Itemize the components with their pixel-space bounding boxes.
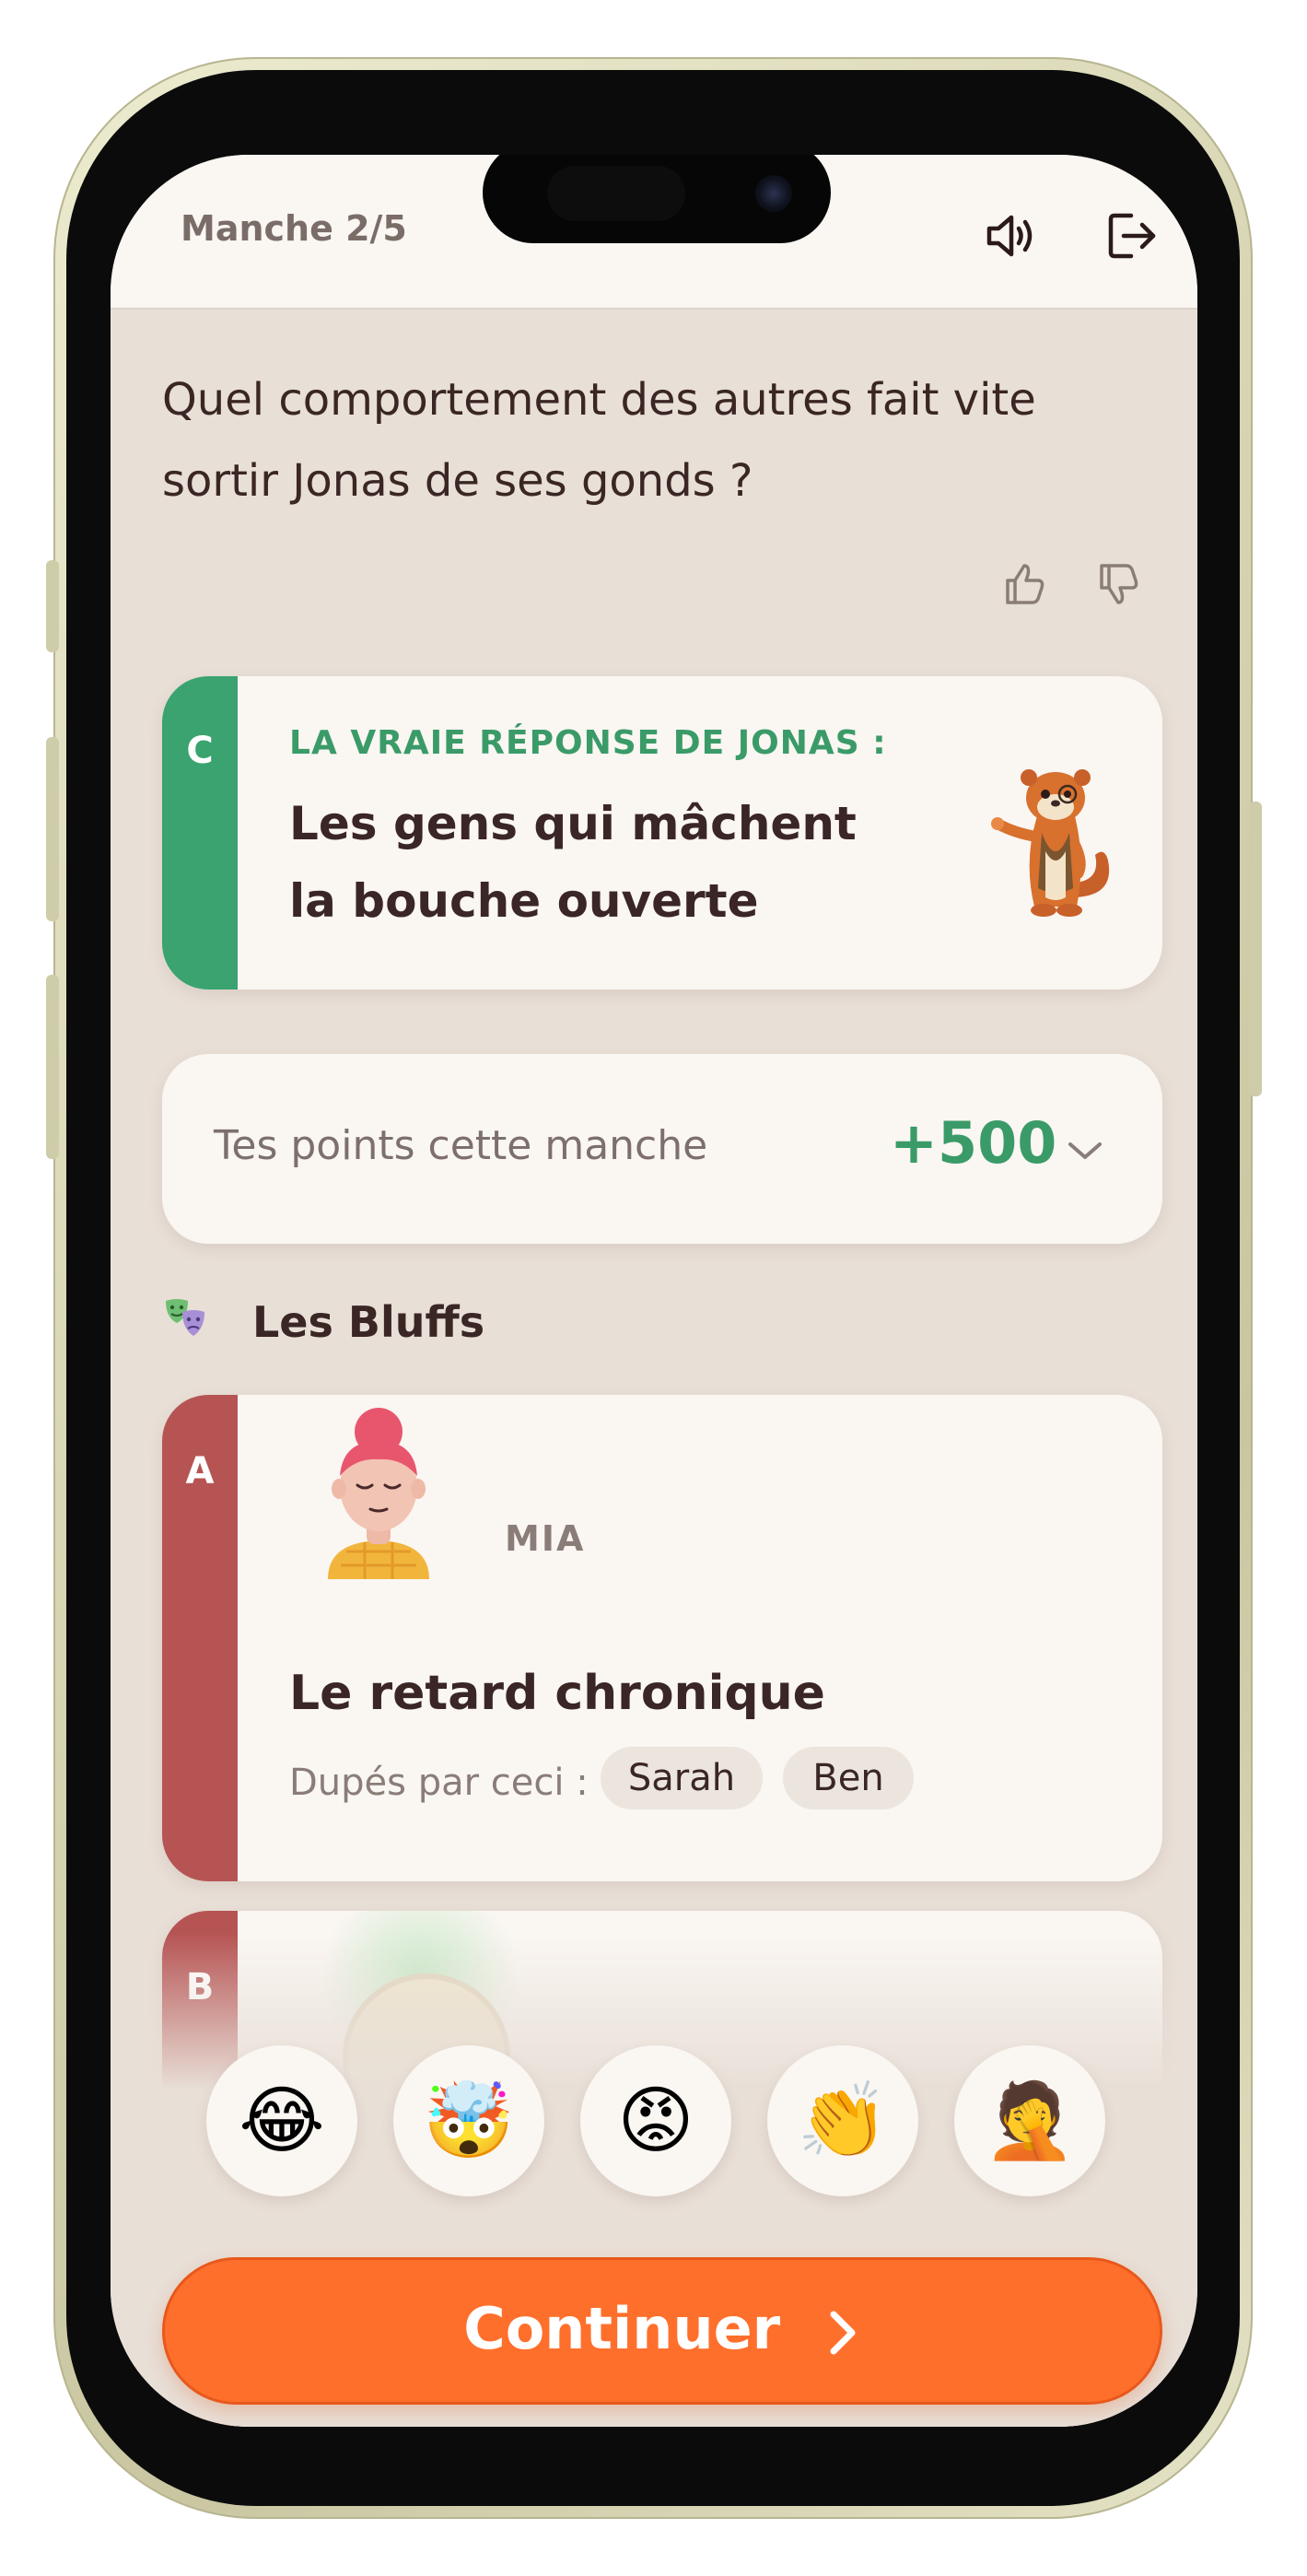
continue-label-row: Continuer [165, 2295, 1160, 2362]
duped-player-chip: Sarah [601, 1747, 763, 1809]
thumbs-down-icon[interactable] [1094, 560, 1142, 608]
answer-letter: C [186, 730, 214, 772]
round-points-value: +500 [890, 1109, 1057, 1177]
question-text: Quel comportement des autres fait vite s… [162, 374, 1036, 507]
round-indicator: Manche 2/5 [181, 208, 407, 249]
bluff-letter: A [185, 1450, 215, 1493]
mind-blown-emoji[interactable]: 🤯 [393, 2045, 544, 2196]
weasel-mascot-illustration [991, 769, 1110, 917]
true-answer-title: LA VRAIE RÉPONSE DE JONAS : [289, 724, 887, 762]
face-id-sensor [547, 166, 685, 221]
thumbs-up-icon[interactable] [1000, 560, 1048, 608]
volume-down-button [46, 975, 59, 1159]
continue-button[interactable]: Continuer [162, 2257, 1162, 2405]
duped-player-chip: Ben [783, 1747, 914, 1809]
app-screen: Manche 2/5 Quel comportement des autres … [111, 155, 1197, 2427]
speaker-icon[interactable] [980, 206, 1039, 265]
front-camera [755, 175, 792, 212]
true-answer-text: Les gens qui mâchent la bouche ouverte [289, 797, 857, 928]
laughing-emoji[interactable]: 😂 [206, 2045, 357, 2196]
chevron-down-icon[interactable] [1065, 1137, 1105, 1165]
player-avatar [328, 1408, 429, 1579]
power-button [1249, 802, 1262, 1096]
duped-by-label: Dupés par ceci : [289, 1762, 589, 1804]
true-answer-card: C LA VRAIE RÉPONSE DE JONAS : Les gens q… [162, 676, 1162, 989]
angry-emoji[interactable]: 😡 [580, 2045, 731, 2196]
dynamic-island [483, 155, 831, 243]
answer-letter-bar [162, 676, 238, 989]
facepalm-emoji[interactable]: 🤦 [954, 2045, 1105, 2196]
round-points-label: Tes points cette manche [214, 1122, 708, 1169]
chevron-right-icon [830, 2311, 856, 2355]
volume-up-button [46, 737, 59, 921]
action-button [46, 560, 59, 652]
bluff-card-a: A MIA Le retard chronique Dupés par ceci… [162, 1395, 1162, 1881]
bluffs-section-title: Les Bluffs [252, 1297, 485, 1347]
player-name: MIA [505, 1518, 586, 1559]
clapping-emoji[interactable]: 👏 [767, 2045, 918, 2196]
round-points-card[interactable]: Tes points cette manche +500 [162, 1054, 1162, 1244]
bluff-answer-text: Le retard chronique [289, 1666, 825, 1721]
exit-icon[interactable] [1102, 206, 1161, 265]
continue-label: Continuer [463, 2295, 781, 2362]
theater-masks-icon [166, 1299, 204, 1336]
